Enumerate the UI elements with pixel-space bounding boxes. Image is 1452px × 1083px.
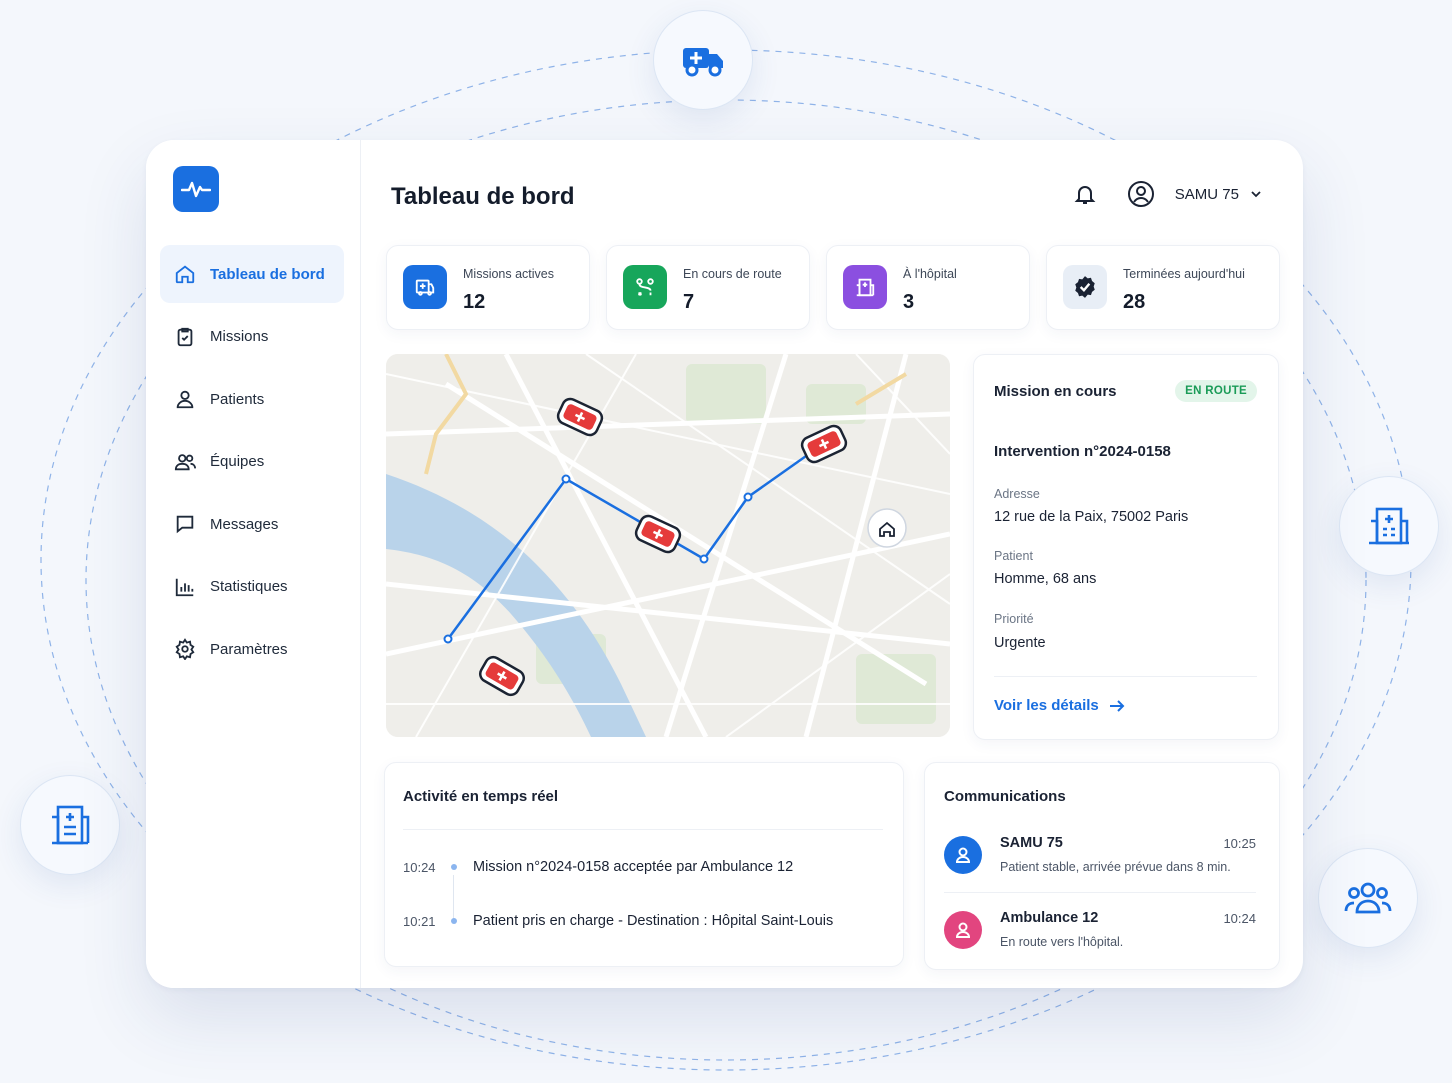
view-details-link[interactable]: Voir les détails — [994, 697, 1125, 714]
sidebar-nav: Tableau de bord Missions Patients Équipe… — [160, 245, 344, 683]
activity-text: Patient pris en charge - Destination : H… — [473, 913, 834, 929]
live-map[interactable] — [386, 354, 950, 737]
avatar — [944, 836, 982, 874]
message-sender: Ambulance 12 — [1000, 910, 1099, 926]
stat-label: En cours de route — [683, 267, 782, 281]
destination-home-marker[interactable] — [867, 508, 907, 548]
user-icon — [955, 847, 971, 863]
home-icon — [175, 265, 195, 284]
account-button[interactable] — [1127, 180, 1155, 208]
message-text: En route vers l'hôpital. — [1000, 935, 1124, 949]
sidebar-item-settings[interactable]: Paramètres — [160, 620, 344, 678]
stat-card-at-hospital[interactable]: À l'hôpital 3 — [826, 245, 1030, 330]
hospital-icon — [843, 265, 887, 309]
stat-value: 7 — [683, 291, 695, 313]
timeline-dot — [451, 864, 457, 870]
message-text: Patient stable, arrivée prévue dans 8 mi… — [1000, 860, 1231, 874]
stat-value: 28 — [1123, 291, 1146, 313]
activity-panel: Activité en temps réel 10:24 Mission n°2… — [384, 762, 904, 967]
activity-item[interactable]: 10:21 Patient pris en charge - Destinati… — [403, 911, 833, 931]
patient-value: Homme, 68 ans — [994, 571, 1097, 587]
activity-item[interactable]: 10:24 Mission n°2024-0158 acceptée par A… — [403, 857, 793, 877]
sidebar-item-label: Statistiques — [210, 578, 288, 595]
sidebar-item-label: Messages — [210, 515, 279, 533]
stat-value: 12 — [463, 291, 486, 313]
user-icon — [955, 922, 971, 938]
status-badge: EN ROUTE — [1175, 380, 1257, 402]
clipboard-check-icon — [177, 327, 193, 346]
sidebar: Tableau de bord Missions Patients Équipe… — [146, 140, 361, 988]
activity-time: 10:21 — [403, 913, 436, 929]
sidebar-item-label: Équipes — [210, 453, 265, 470]
hospital-orb-icon — [1339, 476, 1439, 576]
avatar — [944, 911, 982, 949]
message-sender: SAMU 75 — [1000, 835, 1063, 851]
page-title: Tableau de bord — [391, 183, 575, 210]
stat-card-completed-today[interactable]: Terminées aujourd'hui 28 — [1046, 245, 1280, 330]
sidebar-item-label: Tableau de bord — [210, 265, 325, 283]
activity-time: 10:24 — [403, 859, 436, 875]
communications-heading: Communications — [944, 788, 1066, 805]
sidebar-item-patients[interactable]: Patients — [160, 370, 344, 428]
map-canvas[interactable] — [386, 354, 950, 737]
pulse-icon — [181, 181, 211, 198]
address-value: 12 rue de la Paix, 75002 Paris — [994, 509, 1189, 525]
sidebar-item-statistics[interactable]: Statistiques — [160, 558, 344, 616]
sidebar-item-label: Paramètres — [210, 640, 288, 658]
sidebar-item-dashboard[interactable]: Tableau de bord — [160, 245, 344, 303]
sidebar-item-messages[interactable]: Messages — [160, 495, 344, 553]
user-icon — [176, 390, 194, 409]
user-circle-icon — [1127, 181, 1154, 207]
user-menu-label[interactable]: SAMU 75 — [1175, 186, 1239, 203]
message-item[interactable]: SAMU 75 10:25 Patient stable, arrivée pr… — [944, 835, 1256, 895]
stat-value: 3 — [903, 291, 915, 313]
ambulance-icon — [403, 265, 447, 309]
communications-panel: Communications SAMU 75 10:25 Patient sta… — [924, 762, 1280, 970]
sidebar-item-label: Missions — [210, 328, 269, 345]
stat-label: Terminées aujourd'hui — [1123, 267, 1245, 281]
bell-icon — [1074, 186, 1096, 204]
message-time: 10:25 — [1223, 836, 1256, 851]
topbar-actions: SAMU 75 — [1043, 176, 1263, 212]
divider — [944, 892, 1256, 893]
sidebar-item-teams[interactable]: Équipes — [160, 433, 344, 491]
app-logo[interactable] — [173, 166, 219, 212]
chevron-down-icon[interactable] — [1249, 187, 1263, 201]
mission-number: Intervention n°2024-0158 — [994, 443, 1171, 460]
dashboard-window: Tableau de bord Missions Patients Équipe… — [146, 140, 1303, 988]
team-orb-icon — [1318, 848, 1418, 948]
message-item[interactable]: Ambulance 12 10:24 En route vers l'hôpit… — [944, 910, 1256, 970]
sidebar-item-label: Patients — [210, 390, 265, 408]
patient-label: Patient — [994, 549, 1033, 563]
gear-icon — [175, 638, 195, 660]
notifications-button[interactable] — [1071, 180, 1099, 208]
stat-label: Missions actives — [463, 267, 554, 281]
priority-value: Urgente — [994, 635, 1046, 651]
divider — [994, 676, 1257, 677]
view-details-label: Voir les détails — [994, 697, 1099, 714]
users-icon — [174, 453, 196, 470]
ambulance-orb-icon — [653, 10, 753, 110]
mission-panel: Mission en cours EN ROUTE Intervention n… — [973, 354, 1279, 740]
activity-text: Mission n°2024-0158 acceptée par Ambulan… — [473, 859, 794, 875]
address-label: Adresse — [994, 487, 1040, 501]
activity-heading: Activité en temps réel — [403, 788, 559, 805]
divider — [403, 829, 883, 830]
stat-label: À l'hôpital — [903, 267, 957, 281]
mission-heading: Mission en cours — [994, 383, 1117, 400]
sidebar-item-missions[interactable]: Missions — [160, 308, 344, 366]
stat-card-active-missions[interactable]: Missions actives 12 — [386, 245, 590, 330]
check-badge-icon — [1063, 265, 1107, 309]
main-content: Tableau de bord SAMU 75 Missions actives… — [360, 140, 1303, 988]
stat-card-en-route[interactable]: En cours de route 7 — [606, 245, 810, 330]
message-icon — [176, 515, 194, 534]
arrow-right-icon — [1109, 699, 1125, 712]
message-time: 10:24 — [1223, 911, 1256, 926]
priority-label: Priorité — [994, 612, 1034, 626]
clinic-orb-icon — [20, 775, 120, 875]
timeline-dot — [451, 918, 457, 924]
route-icon — [623, 265, 667, 309]
bar-chart-icon — [175, 578, 194, 596]
